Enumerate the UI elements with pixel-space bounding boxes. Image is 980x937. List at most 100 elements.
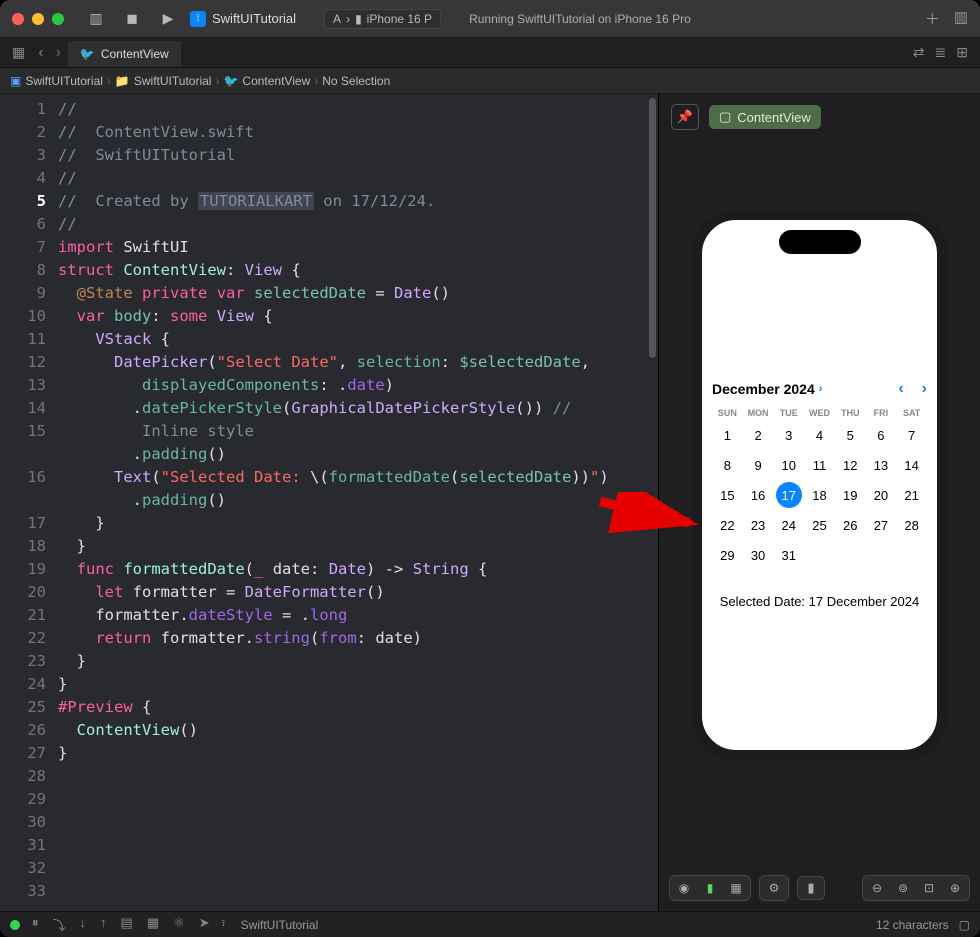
zoom-window-icon[interactable] [52, 13, 64, 25]
run-button[interactable]: ▶ [154, 5, 182, 33]
pause-icon[interactable]: ⏸ [32, 915, 39, 934]
minimize-window-icon[interactable] [32, 13, 44, 25]
selectable-preview-icon[interactable]: ▮ [698, 878, 722, 898]
add-editor-icon[interactable]: ⊞ [956, 44, 968, 61]
calendar-day[interactable]: 1 [712, 422, 743, 448]
adjust-editor-icon[interactable]: ≣ [935, 44, 947, 61]
calendar-day[interactable]: 2 [743, 422, 774, 448]
editor-scrollbar[interactable] [649, 98, 656, 358]
preview-device-icon[interactable]: ▮ [797, 876, 825, 900]
calendar-day[interactable]: 25 [804, 512, 835, 538]
code-content[interactable]: //// ContentView.swift// SwiftUITutorial… [58, 94, 609, 911]
crumb-selection[interactable]: No Selection [322, 74, 390, 88]
status-project[interactable]: ⟟ SwiftUITutorial [222, 918, 319, 932]
preview-device-icon: ▢ [719, 109, 731, 125]
preview-chip[interactable]: ▢ ContentView [709, 105, 821, 129]
calendar-day[interactable]: 16 [743, 482, 774, 508]
sync-icon[interactable]: ⇄ [913, 44, 925, 61]
calendar-day[interactable]: 15 [712, 482, 743, 508]
calendar-day[interactable]: 19 [835, 482, 866, 508]
device-icon: ▮ [355, 12, 362, 26]
swift-icon: 🐦 [223, 74, 238, 88]
calendar-dow: TUE [773, 408, 804, 418]
phone-preview-wrap: December 2024 › ‹ › SUNMONTUEWEDTHUFRISA… [659, 140, 980, 869]
forward-icon[interactable]: › [51, 44, 66, 62]
status-bar: ⏸ ⤵ ↓ ↑ ▤ ▦ ⚛ ➤ ⟟ SwiftUITutorial 12 cha… [0, 911, 980, 937]
calendar-month[interactable]: December 2024 › [712, 381, 822, 397]
calendar-dow: THU [835, 408, 866, 418]
add-tab-icon[interactable]: ＋ [925, 8, 940, 29]
zoom-out-icon[interactable]: ⊖ [865, 878, 889, 898]
preview-pane: 📌 ▢ ContentView December 2024 › [658, 94, 980, 911]
calendar-day[interactable]: 17 [776, 482, 802, 508]
calendar-next-icon[interactable]: › [922, 380, 927, 398]
calendar-day[interactable]: 13 [866, 452, 897, 478]
project-title[interactable]: ⟟ SwiftUITutorial [190, 11, 296, 27]
breadcrumb[interactable]: ▣ SwiftUITutorial › 📁 SwiftUITutorial › … [0, 68, 980, 94]
calendar-day[interactable]: 21 [896, 482, 927, 508]
zoom-fit-icon[interactable]: ⊡ [917, 878, 941, 898]
calendar-day[interactable]: 22 [712, 512, 743, 538]
zoom-in-icon[interactable]: ⊕ [943, 878, 967, 898]
device-settings-icon[interactable]: ⚙ [762, 878, 786, 898]
calendar-day[interactable]: 30 [743, 542, 774, 568]
environment-icon[interactable]: ⚛ [173, 915, 185, 934]
calendar-day[interactable]: 4 [804, 422, 835, 448]
step-over-icon[interactable]: ⤵ [53, 915, 66, 934]
calendar-day[interactable]: 14 [896, 452, 927, 478]
calendar-day[interactable]: 11 [804, 452, 835, 478]
calendar-day[interactable]: 27 [866, 512, 897, 538]
crumb-file[interactable]: ContentView [242, 74, 310, 88]
calendar-day[interactable]: 24 [773, 512, 804, 538]
pin-icon[interactable]: 📌 [671, 104, 699, 130]
zoom-actual-icon[interactable]: ⊚ [891, 878, 915, 898]
toggle-navigator-icon[interactable]: ▥ [82, 5, 110, 33]
calendar-day[interactable]: 8 [712, 452, 743, 478]
project-icon: ▣ [10, 74, 21, 88]
chevron-right-icon: › [314, 74, 318, 88]
step-into-icon[interactable]: ↓ [80, 915, 87, 934]
calendar-day [866, 542, 897, 568]
toggle-debug-area-icon[interactable]: ▢ [959, 918, 970, 932]
calendar-day[interactable]: 5 [835, 422, 866, 448]
variants-icon[interactable]: ▦ [724, 878, 748, 898]
calendar-day[interactable]: 28 [896, 512, 927, 538]
calendar-day[interactable]: 12 [835, 452, 866, 478]
scheme-selector[interactable]: A › ▮ iPhone 16 P [324, 9, 441, 29]
calendar-prev-icon[interactable]: ‹ [898, 380, 903, 398]
calendar-day[interactable]: 23 [743, 512, 774, 538]
selected-date-text: Selected Date: 17 December 2024 [702, 594, 937, 609]
memory-graph-icon[interactable]: ▦ [147, 915, 159, 934]
crumb-root[interactable]: SwiftUITutorial [25, 74, 103, 88]
calendar-day[interactable]: 26 [835, 512, 866, 538]
stop-button[interactable]: ◼ [118, 5, 146, 33]
calendar: December 2024 › ‹ › SUNMONTUEWEDTHUFRISA… [702, 380, 937, 568]
toggle-inspector-icon[interactable]: ▥ [954, 8, 968, 29]
calendar-day[interactable]: 6 [866, 422, 897, 448]
calendar-day[interactable]: 18 [804, 482, 835, 508]
calendar-day[interactable]: 20 [866, 482, 897, 508]
chevron-right-icon: › [215, 74, 219, 88]
calendar-dow: SAT [896, 408, 927, 418]
related-items-icon[interactable]: ▦ [6, 44, 31, 61]
debug-view-icon[interactable]: ▤ [121, 915, 133, 934]
calendar-day[interactable]: 10 [773, 452, 804, 478]
chevron-right-icon: › [107, 74, 111, 88]
code-editor[interactable]: 123456789101112131415 16 171819202122232… [0, 94, 658, 911]
calendar-day[interactable]: 31 [773, 542, 804, 568]
back-icon[interactable]: ‹ [33, 44, 48, 62]
step-out-icon[interactable]: ↑ [100, 915, 107, 934]
calendar-day[interactable]: 29 [712, 542, 743, 568]
calendar-day[interactable]: 3 [773, 422, 804, 448]
scheme-device: iPhone 16 P [367, 12, 432, 26]
calendar-day[interactable]: 9 [743, 452, 774, 478]
crumb-folder[interactable]: SwiftUITutorial [134, 74, 212, 88]
preview-toolbar: 📌 ▢ ContentView [659, 94, 980, 140]
calendar-day[interactable]: 7 [896, 422, 927, 448]
close-window-icon[interactable] [12, 13, 24, 25]
scheme-app: A [333, 12, 341, 26]
tab-contentview[interactable]: 🐦 ContentView [68, 41, 181, 67]
simulate-location-icon[interactable]: ➤ [199, 915, 210, 934]
selection-chars: 12 characters [876, 918, 949, 932]
live-preview-icon[interactable]: ◉ [672, 878, 696, 898]
